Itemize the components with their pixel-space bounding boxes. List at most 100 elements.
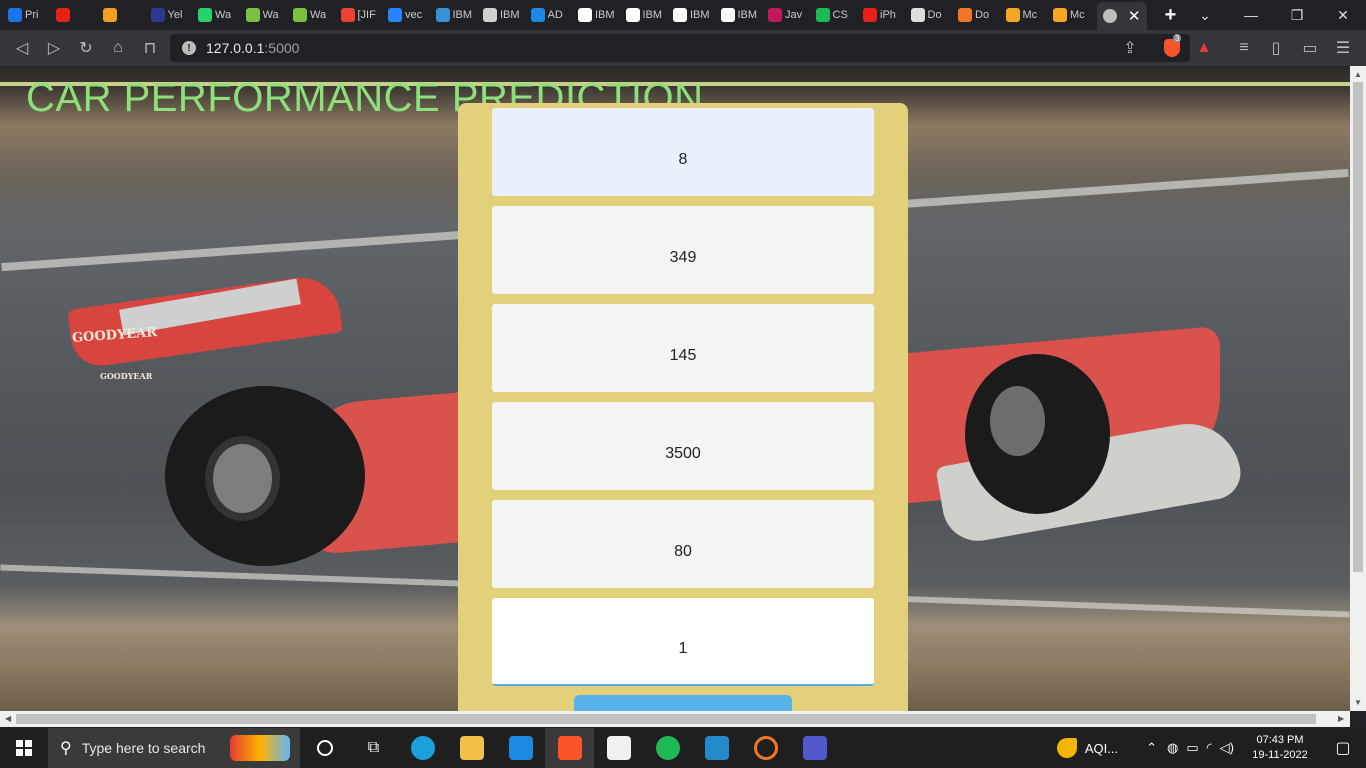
race-car-rear-hub (205, 436, 280, 521)
browser-tab[interactable]: Pri (4, 0, 52, 30)
notifications-icon[interactable]: ▢ (1320, 738, 1366, 758)
clock-date: 19-11-2022 (1252, 749, 1308, 761)
volume-icon[interactable]: ◁) (1220, 740, 1234, 756)
back-icon[interactable]: ◁ (6, 32, 38, 64)
weight-input[interactable] (492, 402, 874, 490)
tab-search-chevron-icon[interactable]: ⌄ (1182, 0, 1228, 30)
scroll-down-icon[interactable]: ▼ (1354, 698, 1362, 707)
browser-tab[interactable]: Mc (1049, 0, 1097, 30)
browser-tab[interactable]: IBM (669, 0, 717, 30)
wifi-icon[interactable]: ◜ (1207, 740, 1212, 756)
tab-favicon-icon (768, 8, 782, 22)
sidebar-icon[interactable]: ▯ (1260, 32, 1292, 64)
browser-tab[interactable]: Wa (289, 0, 337, 30)
browser-tab[interactable]: Do (954, 0, 1002, 30)
tab-title: [JIF (357, 9, 376, 21)
browser-tab[interactable]: IBM (622, 0, 670, 30)
scroll-right-icon[interactable]: ▶ (1338, 714, 1344, 723)
reload-icon[interactable]: ↻ (70, 32, 102, 64)
playlist-icon[interactable]: ≡ (1228, 32, 1260, 64)
browser-tab[interactable]: CS (812, 0, 860, 30)
battery-icon[interactable]: ▭ (1186, 740, 1198, 756)
race-car-front-hub (990, 386, 1045, 456)
horizontal-scroll-thumb[interactable] (16, 714, 1316, 724)
browser-tab[interactable]: Yel (147, 0, 195, 30)
tab-title: IBM (690, 9, 710, 21)
tab-favicon-icon (103, 8, 117, 22)
browser-tab[interactable]: Mc (1002, 0, 1050, 30)
predict-button[interactable] (574, 695, 792, 711)
scroll-left-icon[interactable]: ◀ (5, 714, 11, 723)
brave-shields-icon[interactable]: 3 (1156, 32, 1188, 64)
show-hidden-icons-icon[interactable]: ⌃ (1146, 740, 1157, 756)
file-explorer-icon[interactable] (447, 728, 496, 768)
close-tab-icon[interactable]: ✕ (1128, 7, 1141, 25)
vertical-scroll-thumb[interactable] (1353, 82, 1363, 572)
microsoft-store-icon[interactable] (594, 728, 643, 768)
brave-browser-icon[interactable] (545, 728, 594, 768)
browser-tab[interactable]: vec (384, 0, 432, 30)
bookmark-icon[interactable]: ⊓ (134, 32, 166, 64)
browser-tab[interactable]: Jav (764, 0, 812, 30)
forward-icon[interactable]: ▷ (38, 32, 70, 64)
browser-tab[interactable] (52, 0, 100, 30)
active-browser-tab[interactable]: ✕ (1096, 2, 1147, 30)
tab-favicon-icon (198, 8, 212, 22)
taskbar-clock[interactable]: 07:43 PM 19-11-2022 (1240, 733, 1320, 763)
horsepower-input[interactable] (492, 304, 874, 392)
horizontal-scrollbar[interactable]: ◀ ▶ (0, 711, 1350, 727)
browser-tab[interactable]: Wa (242, 0, 290, 30)
weather-icon[interactable] (1056, 738, 1077, 758)
browser-tab-strip: Pri Yel Wa Wa Wa [JIF vec IBM IBM AD IBM IBM IBM IBM J… (0, 0, 1366, 30)
page-viewport: GOODYEAR GOODYEAR CAR PERFORMANCE PREDIC… (0, 66, 1350, 711)
tab-title: Mc (1070, 9, 1085, 21)
browser-tab[interactable]: Do (907, 0, 955, 30)
tab-favicon-icon (150, 8, 165, 22)
close-window-button[interactable]: ✕ (1320, 0, 1366, 30)
tab-favicon-icon (483, 8, 497, 22)
tab-favicon-icon (245, 8, 260, 22)
tab-title: IBM (737, 9, 758, 21)
acceleration-input[interactable] (492, 500, 874, 588)
taskbar-search-box[interactable]: ⚲ Type here to search (48, 728, 300, 768)
jupyter-icon[interactable] (741, 728, 790, 768)
vertical-scrollbar[interactable]: ▲ ▼ (1350, 66, 1366, 711)
site-info-icon[interactable]: ! (182, 41, 196, 55)
displacement-input[interactable] (492, 206, 874, 294)
cortana-icon[interactable] (300, 728, 349, 768)
browser-tab[interactable]: Wa (194, 0, 242, 30)
restore-window-button[interactable]: ❐ (1274, 0, 1320, 30)
edge-icon[interactable] (398, 728, 447, 768)
address-bar[interactable]: ! 127.0.0.1:5000 (170, 34, 1190, 62)
minimize-window-button[interactable]: — (1228, 0, 1274, 30)
spotify-icon[interactable] (643, 728, 692, 768)
home-icon[interactable]: ⌂ (102, 32, 134, 64)
browser-tab[interactable] (99, 0, 147, 30)
browser-tab[interactable]: AD (527, 0, 575, 30)
browser-tab[interactable]: IBM (717, 0, 765, 30)
browser-tab[interactable]: [JIF (337, 0, 385, 30)
brave-rewards-icon[interactable]: ▲ (1188, 32, 1220, 64)
weather-text[interactable]: AQI... (1085, 741, 1118, 756)
vscode-icon[interactable] (692, 728, 741, 768)
browser-tab[interactable]: IBM (574, 0, 622, 30)
cylinders-input[interactable] (492, 108, 874, 196)
wallet-icon[interactable]: ▭ (1294, 32, 1326, 64)
browser-tab[interactable]: IBM (432, 0, 480, 30)
meet-now-icon[interactable]: ◍ (1167, 740, 1178, 756)
browser-tab[interactable]: iPh (859, 0, 907, 30)
share-icon[interactable]: ⇪ (1114, 32, 1146, 64)
tab-title: Yel (167, 9, 183, 21)
start-button[interactable] (0, 728, 48, 768)
browser-tab[interactable]: IBM (479, 0, 527, 30)
scroll-up-icon[interactable]: ▲ (1354, 70, 1362, 79)
teams-icon[interactable] (790, 728, 839, 768)
menu-icon[interactable]: ☰ (1327, 32, 1359, 64)
tab-favicon-icon (293, 8, 307, 22)
origin-input[interactable] (492, 598, 874, 686)
task-view-icon[interactable]: ⧉ (349, 728, 398, 768)
tab-favicon-icon (1005, 8, 1020, 22)
mail-icon[interactable] (496, 728, 545, 768)
prediction-form (458, 103, 908, 711)
tab-title: Wa (310, 9, 327, 21)
